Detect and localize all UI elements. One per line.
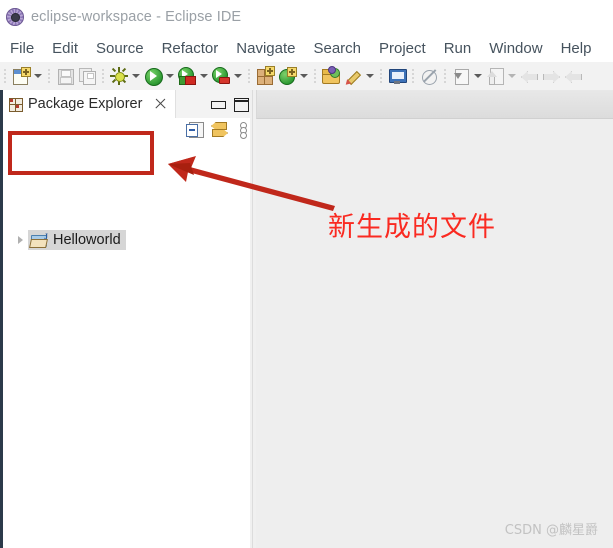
- main-toolbar: [0, 62, 613, 91]
- annotation-note: 新生成的文件: [328, 212, 496, 243]
- new-java-package-icon[interactable]: [255, 66, 275, 86]
- new-java-class-dropdown-icon[interactable]: [298, 66, 309, 86]
- search-dropdown-icon[interactable]: [364, 66, 375, 86]
- toolbar-separator: [248, 68, 250, 84]
- open-type-icon[interactable]: [321, 66, 341, 86]
- workbench-body: Package Explorer J Helloworld: [0, 90, 613, 548]
- editor-empty-body[interactable]: [256, 119, 613, 548]
- package-explorer-tab-bar: Package Explorer: [3, 90, 250, 119]
- package-explorer-icon: [9, 97, 23, 112]
- toolbar-separator: [102, 68, 104, 84]
- maximize-view-button[interactable]: [233, 96, 249, 112]
- tab-package-explorer[interactable]: Package Explorer: [3, 90, 176, 118]
- package-explorer-view: Package Explorer J Helloworld: [0, 90, 250, 548]
- tree-item-selected-row[interactable]: J Helloworld: [28, 230, 126, 250]
- forward-icon[interactable]: [541, 66, 561, 86]
- skip-breakpoints-icon[interactable]: [419, 66, 439, 86]
- view-toolbar: [3, 118, 250, 140]
- debug-icon[interactable]: [109, 66, 129, 86]
- run-external-tools-icon[interactable]: [177, 66, 197, 86]
- menu-item-navigate[interactable]: Navigate: [227, 38, 304, 59]
- menu-item-project[interactable]: Project: [370, 38, 435, 59]
- menu-item-source[interactable]: Source: [87, 38, 153, 59]
- minimize-view-button[interactable]: [210, 96, 226, 112]
- run-external-tools-dropdown-icon[interactable]: [198, 66, 209, 86]
- toolbar-separator: [48, 68, 50, 84]
- toolbar-separator: [380, 68, 382, 84]
- next-annotation-dropdown-icon[interactable]: [472, 66, 483, 86]
- link-with-editor-icon[interactable]: [210, 121, 228, 138]
- new-java-class-icon[interactable]: [277, 66, 297, 86]
- new-wizard-icon[interactable]: [11, 66, 31, 86]
- eclipse-logo-icon: [6, 8, 24, 26]
- menu-item-refactor[interactable]: Refactor: [153, 38, 228, 59]
- run-icon[interactable]: [143, 66, 163, 86]
- menu-item-window[interactable]: Window: [480, 38, 551, 59]
- save-icon[interactable]: [55, 66, 75, 86]
- next-annotation-icon[interactable]: [451, 66, 471, 86]
- close-icon[interactable]: [153, 97, 167, 111]
- open-console-icon[interactable]: [387, 66, 407, 86]
- tree-item-helloworld[interactable]: J Helloworld: [14, 229, 126, 251]
- editor-area: [256, 90, 613, 548]
- previous-annotation-icon[interactable]: [485, 66, 505, 86]
- menu-item-file[interactable]: File: [0, 38, 43, 59]
- back-history-icon[interactable]: [563, 66, 583, 86]
- previous-annotation-dropdown-icon[interactable]: [506, 66, 517, 86]
- back-icon[interactable]: [519, 66, 539, 86]
- debug-dropdown-icon[interactable]: [130, 66, 141, 86]
- toolbar-separator: [412, 68, 414, 84]
- run-dropdown-icon[interactable]: [164, 66, 175, 86]
- toolbar-separator: [4, 68, 6, 84]
- run-coverage-icon[interactable]: [211, 66, 231, 86]
- menu-bar: File Edit Source Refactor Navigate Searc…: [0, 34, 613, 63]
- watermark: CSDN @麟星爵: [504, 523, 598, 538]
- search-icon[interactable]: [343, 66, 363, 87]
- toolbar-separator: [314, 68, 316, 84]
- window-title: eclipse-workspace - Eclipse IDE: [31, 9, 242, 25]
- chevron-right-icon[interactable]: [14, 229, 28, 251]
- tab-label: Package Explorer: [28, 96, 143, 112]
- new-wizard-dropdown-icon[interactable]: [32, 66, 43, 86]
- title-bar: eclipse-workspace - Eclipse IDE: [0, 0, 613, 34]
- editor-tab-bar[interactable]: [256, 90, 613, 119]
- run-coverage-dropdown-icon[interactable]: [232, 66, 243, 86]
- menu-item-edit[interactable]: Edit: [43, 38, 87, 59]
- menu-item-search[interactable]: Search: [304, 38, 370, 59]
- menu-item-help[interactable]: Help: [552, 38, 601, 59]
- toolbar-separator: [444, 68, 446, 84]
- project-tree: J Helloworld: [3, 140, 250, 548]
- collapse-all-icon[interactable]: [186, 121, 204, 138]
- menu-item-run[interactable]: Run: [435, 38, 481, 59]
- java-project-icon: J: [29, 232, 48, 248]
- eclipse-ide-window: eclipse-workspace - Eclipse IDE File Edi…: [0, 0, 613, 548]
- save-all-icon[interactable]: [77, 66, 97, 86]
- tree-item-label: Helloworld: [53, 232, 121, 248]
